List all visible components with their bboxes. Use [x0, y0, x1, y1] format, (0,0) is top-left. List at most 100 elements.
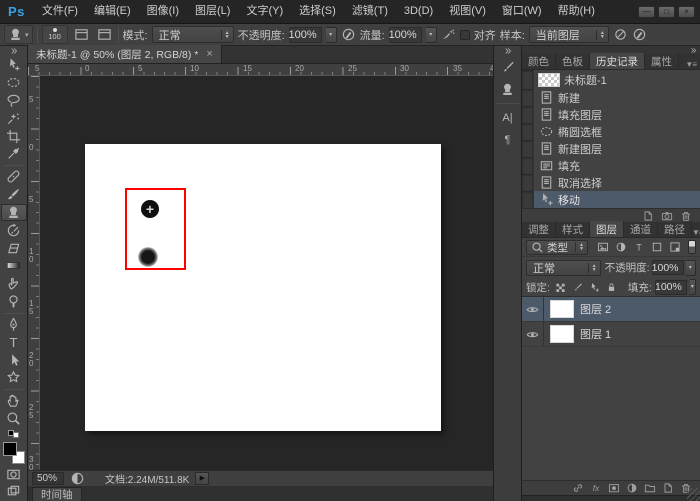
lock-all[interactable] [604, 280, 619, 295]
custom-shape-tool[interactable] [1, 369, 27, 387]
history-source-well[interactable] [522, 106, 534, 123]
filter-smart-objects[interactable] [667, 240, 683, 255]
layer-fill-field[interactable]: 100% [654, 279, 687, 295]
lock-image-pixels[interactable] [570, 280, 585, 295]
mid-tab-0[interactable]: 调整 [522, 221, 556, 237]
magic-wand-tool[interactable] [1, 109, 27, 127]
layer-name[interactable]: 图层 2 [580, 301, 611, 317]
layer-visibility-toggle[interactable] [522, 322, 544, 346]
airbrush-icon[interactable] [441, 27, 456, 42]
pressure-opacity-icon[interactable] [341, 27, 356, 42]
top-tab-3[interactable]: 属性 [645, 53, 679, 69]
new-snapshot-button[interactable] [661, 210, 673, 222]
mid-tab-1[interactable]: 样式 [556, 221, 590, 237]
opacity-field[interactable]: 100% [289, 26, 322, 43]
pressure-size-icon[interactable] [632, 27, 647, 42]
close-button[interactable]: × [678, 5, 695, 18]
align-checkbox[interactable] [459, 29, 470, 40]
flow-field[interactable]: 100% [389, 26, 422, 43]
brush-size-picker[interactable]: 100 [41, 25, 68, 44]
gradient-tool[interactable] [1, 257, 27, 275]
menu-item-1[interactable]: 编辑(E) [86, 0, 139, 23]
link-layers-button[interactable] [572, 482, 584, 494]
flow-dropdown-button[interactable]: ▾ [425, 26, 437, 43]
new-layer-button[interactable] [662, 482, 674, 494]
quick-mask-mode-button[interactable] [1, 465, 27, 483]
history-source-well[interactable] [522, 174, 534, 191]
smudge-tool[interactable] [1, 275, 27, 293]
character-panel-button[interactable]: A| [496, 108, 520, 128]
toggle-clone-source-panel-button[interactable] [95, 26, 114, 44]
canvas[interactable]: + [85, 144, 441, 431]
close-tab-icon[interactable]: × [206, 48, 212, 60]
type-tool[interactable]: T [1, 333, 27, 351]
sample-select[interactable]: 当前图层 ▲ ▼ [528, 26, 609, 43]
layer-opacity-field[interactable]: 100% [651, 260, 684, 275]
ignore-adjustment-layers-icon[interactable] [613, 27, 628, 42]
crop-tool[interactable] [1, 127, 27, 145]
menu-item-3[interactable]: 图层(L) [187, 0, 238, 23]
menu-item-7[interactable]: 3D(D) [396, 0, 441, 23]
path-selection-tool[interactable] [1, 351, 27, 369]
menu-item-2[interactable]: 图像(I) [139, 0, 187, 23]
eyedropper-tool[interactable] [1, 145, 27, 163]
history-source-well[interactable] [522, 140, 534, 157]
eraser-tool[interactable] [1, 239, 27, 257]
layer-opacity-dropdown[interactable]: ▾ [685, 259, 696, 276]
layer-row[interactable]: 图层 1 [522, 322, 700, 347]
history-state-row[interactable]: 移动 [522, 191, 700, 208]
top-tab-1[interactable]: 色板 [556, 53, 590, 69]
history-state-row[interactable]: 新建 [522, 89, 700, 106]
menu-item-9[interactable]: 窗口(W) [494, 0, 550, 23]
layer-fill-dropdown[interactable]: ▾ [689, 279, 696, 295]
mid-tab-2[interactable]: 图层 [590, 221, 624, 237]
history-source-well[interactable] [522, 70, 534, 89]
layer-row[interactable]: 图层 2 [522, 297, 700, 322]
lock-position[interactable] [587, 280, 602, 295]
panel-menu-icon[interactable]: ▼≡ [685, 60, 700, 69]
history-brush-tool[interactable] [1, 221, 27, 239]
screen-mode-button[interactable] [1, 483, 27, 501]
lasso-tool[interactable] [1, 92, 27, 110]
default-colors-icon[interactable] [8, 429, 19, 439]
history-state-row[interactable]: 填充 [522, 157, 700, 174]
clone-stamp-tool[interactable] [0, 203, 27, 222]
filter-pixel-layers[interactable] [595, 240, 611, 255]
brush-tool[interactable] [1, 186, 27, 204]
status-menu-button[interactable]: ▶ [195, 472, 210, 485]
menu-item-4[interactable]: 文字(Y) [238, 0, 291, 23]
foreground-color-swatch[interactable] [2, 442, 17, 457]
history-source-well[interactable] [522, 191, 534, 208]
history-state-row[interactable]: 取消选择 [522, 174, 700, 191]
paragraph-panel-button[interactable]: ¶ [496, 130, 520, 150]
opacity-dropdown-button[interactable]: ▾ [325, 26, 337, 43]
history-state-row[interactable]: 新建图层 [522, 140, 700, 157]
spot-healing-brush-tool[interactable] [1, 168, 27, 186]
history-source-well[interactable] [522, 123, 534, 140]
timeline-tab[interactable]: 时间轴 [32, 487, 82, 501]
hand-tool[interactable] [1, 392, 27, 410]
zoom-tool[interactable] [1, 410, 27, 428]
new-document-from-state-button[interactable] [642, 210, 654, 222]
dodge-tool[interactable] [1, 293, 27, 311]
menu-item-6[interactable]: 滤镜(T) [344, 0, 396, 23]
history-snapshot-row[interactable]: 未标题-1 [522, 70, 700, 89]
color-swatches[interactable] [2, 441, 26, 465]
pen-tool[interactable] [1, 316, 27, 334]
minimize-button[interactable]: — [638, 5, 655, 18]
history-source-well[interactable] [522, 89, 534, 106]
filter-shape-layers[interactable] [649, 240, 665, 255]
layer-name[interactable]: 图层 1 [580, 326, 611, 342]
toolbar-collapse-icon[interactable] [0, 46, 27, 56]
layer-thumbnail[interactable] [550, 325, 574, 343]
brush-presets-panel-button[interactable] [496, 57, 520, 77]
add-layer-mask-button[interactable] [608, 482, 620, 494]
menu-item-0[interactable]: 文件(F) [34, 0, 86, 23]
menu-item-10[interactable]: 帮助(H) [550, 0, 603, 23]
new-adjustment-layer-button[interactable] [626, 482, 638, 494]
document-tab[interactable]: 未标题-1 @ 50% (图层 2, RGB/8) * × [28, 45, 222, 63]
resize-grip[interactable] [687, 488, 700, 501]
filter-type-select[interactable]: 类型 ▲ ▼ [526, 239, 588, 255]
toggle-brush-panel-button[interactable] [72, 26, 91, 44]
maximize-button[interactable]: □ [658, 5, 675, 18]
